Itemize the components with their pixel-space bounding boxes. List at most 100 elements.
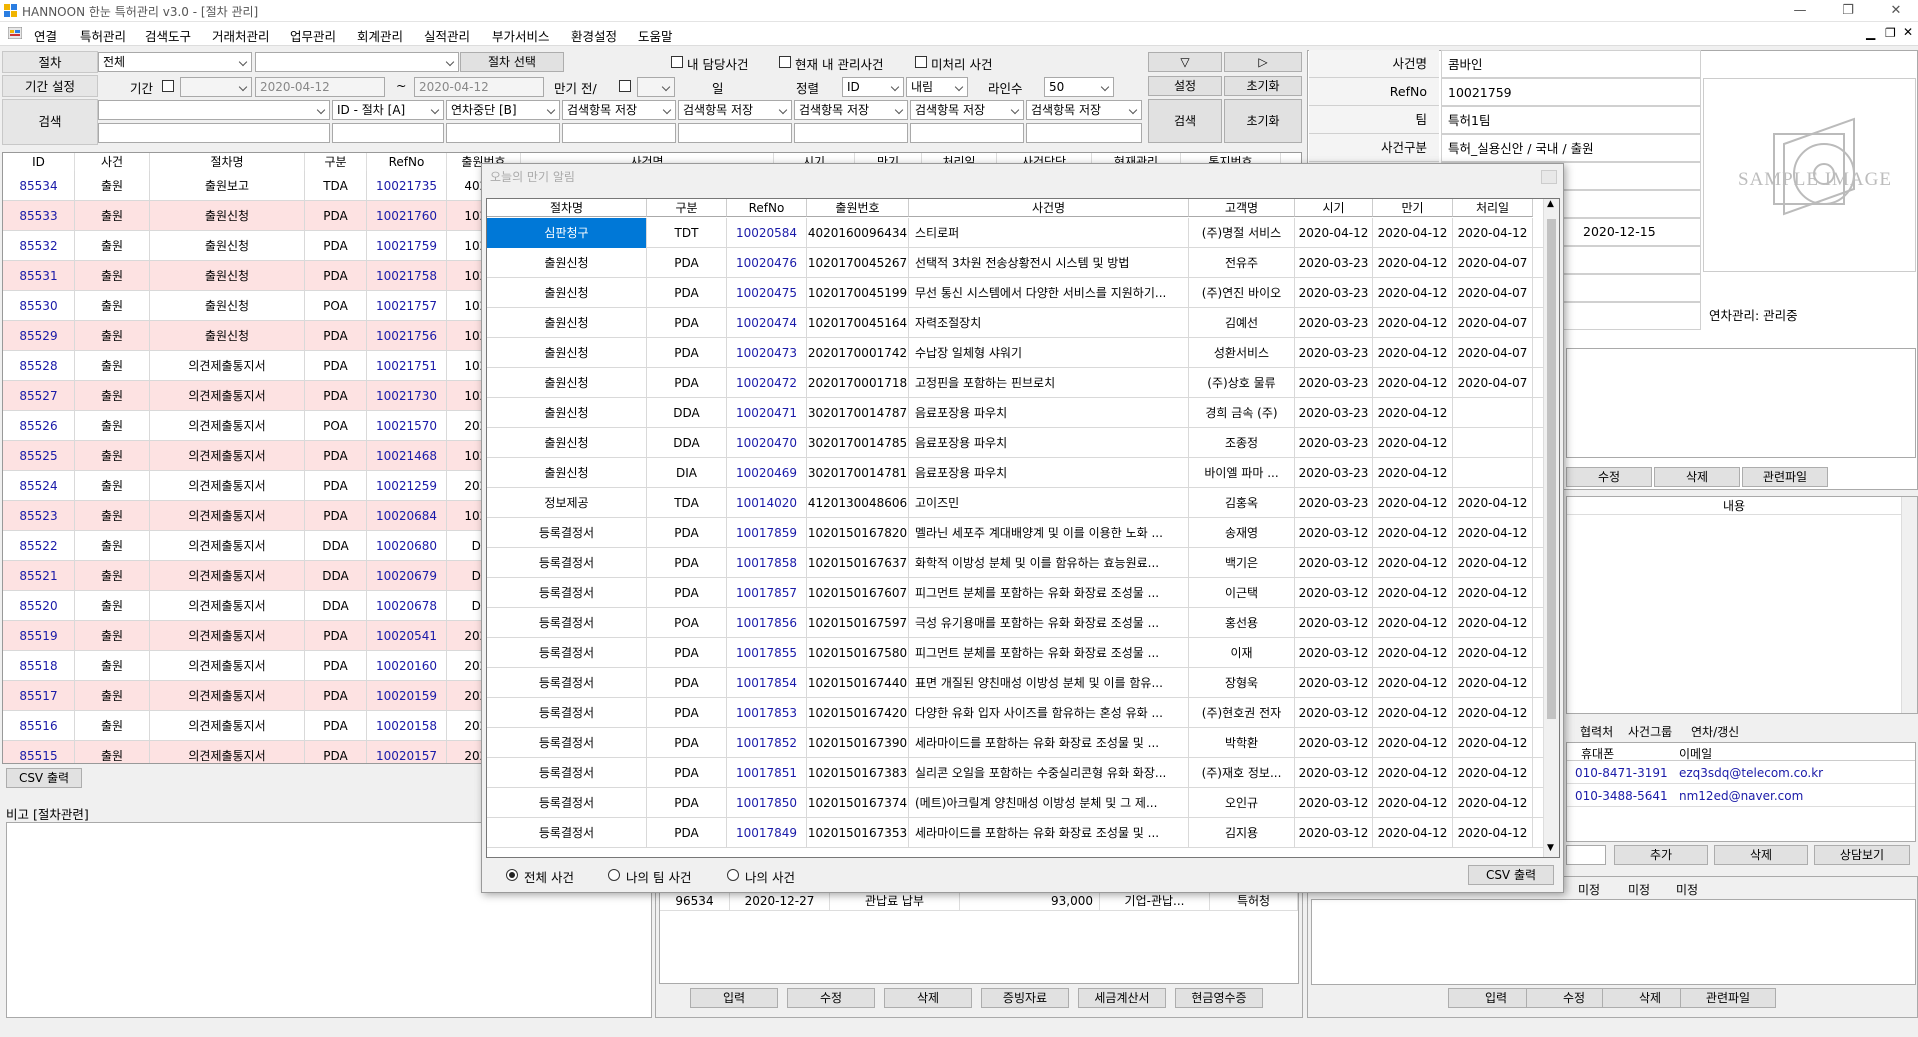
- case-files-button[interactable]: 관련파일: [1742, 467, 1828, 487]
- case-note-area[interactable]: [1566, 348, 1916, 458]
- content-grid[interactable]: 내용: [1566, 496, 1918, 714]
- search-button[interactable]: 검색: [1148, 99, 1222, 143]
- due-row[interactable]: 등록결정서 PDA 10017855 1020150167580 피그먼트 분체를 포함…: [487, 638, 1543, 668]
- due-row[interactable]: 등록결정서 PDA 10017851 1020150167383 실리콘 오일을 포함하…: [487, 758, 1543, 788]
- my-cases-checkbox[interactable]: [671, 56, 683, 68]
- menu-clients[interactable]: 거래처관리: [212, 26, 270, 45]
- due-days-select[interactable]: [637, 77, 675, 97]
- due-row[interactable]: 출원신청 PDA 10020476 1020170045267 선택적 3차원 전송상황…: [487, 248, 1543, 278]
- menu-tasks[interactable]: 업무관리: [290, 26, 336, 45]
- content-scrollbar[interactable]: [1901, 497, 1917, 713]
- unprocessed-checkbox[interactable]: [915, 56, 927, 68]
- due-col-header[interactable]: 출원번호: [807, 199, 909, 217]
- col-header[interactable]: ID: [3, 153, 75, 171]
- due-col-header[interactable]: 구분: [647, 199, 727, 217]
- due-row[interactable]: 등록결정서 PDA 10017849 1020150167353 세라마이드를 포함하는…: [487, 818, 1543, 848]
- due-row[interactable]: 등록결정서 PDA 10017857 1020150167607 피그먼트 분체를 포함…: [487, 578, 1543, 608]
- tab-partners[interactable]: 협력처: [1574, 723, 1619, 741]
- search-field-7[interactable]: 검색항목 저장: [1026, 100, 1142, 120]
- search-field-4[interactable]: 검색항목 저장: [678, 100, 792, 120]
- search-field-5[interactable]: 검색항목 저장: [794, 100, 908, 120]
- due-alert-scrollbar[interactable]: ▲ ▼: [1543, 199, 1559, 857]
- menu-addons[interactable]: 부가서비스: [492, 26, 550, 45]
- due-row[interactable]: 출원신청 PDA 10020474 1020170045164 자력조절장치 김예선 202…: [487, 308, 1543, 338]
- search-input-6[interactable]: [910, 123, 1024, 143]
- due-col-header[interactable]: 시기: [1295, 199, 1373, 217]
- due-row[interactable]: 정보제공 TDA 10014020 4120130048606 고이즈민 김홍옥 2020-…: [487, 488, 1543, 518]
- search-field-main[interactable]: [98, 100, 330, 120]
- date-to-input[interactable]: 2020-04-12: [414, 77, 544, 97]
- acct-evidence-button[interactable]: 증빙자료: [981, 988, 1069, 1008]
- search-field-1[interactable]: ID - 절차 [A]: [332, 100, 444, 120]
- menu-search-tools[interactable]: 검색도구: [145, 26, 191, 45]
- due-row[interactable]: 등록결정서 POA 10017856 1020150167597 극성 유기용매를 포함…: [487, 608, 1543, 638]
- procedure-subselect[interactable]: [255, 52, 459, 72]
- mdi-restore-icon[interactable]: ❐: [1885, 26, 1896, 40]
- due-row[interactable]: 출원신청 DDA 10020471 3020170014787 음료포장용 파우치 경희 …: [487, 398, 1543, 428]
- contact-input[interactable]: [1566, 845, 1606, 865]
- acct-edit-button[interactable]: 수정: [787, 988, 875, 1008]
- due-row[interactable]: 등록결정서 PDA 10017850 1020150167374 (메트)아크릴계 양친…: [487, 788, 1543, 818]
- search-input-5[interactable]: [794, 123, 908, 143]
- restore-icon[interactable]: ❐: [1838, 2, 1858, 19]
- due-col-header[interactable]: 만기: [1373, 199, 1453, 217]
- col-header[interactable]: 사건: [75, 153, 150, 171]
- due-alert-grid[interactable]: 절차명 구분 RefNo 출원번호 사건명 고객명 시기 만기 처리일 심판청구 TDT 10020…: [486, 198, 1560, 858]
- search-reset-button[interactable]: 초기화: [1224, 99, 1302, 143]
- procedure-select[interactable]: 전체: [98, 52, 252, 72]
- date-from-input[interactable]: 2020-04-12: [255, 77, 385, 97]
- my-managed-checkbox[interactable]: [779, 56, 791, 68]
- radio-team-cases[interactable]: [608, 869, 620, 881]
- due-row[interactable]: 출원신청 DDA 10020470 3020170014785 음료포장용 파우치 조종정…: [487, 428, 1543, 458]
- due-row[interactable]: 등록결정서 PDA 10017858 1020150167637 화학적 이방성 분체 …: [487, 548, 1543, 578]
- due-row[interactable]: 출원신청 DIA 10020469 3020170014781 음료포장용 파우치 바이엘…: [487, 458, 1543, 488]
- case-delete-button[interactable]: 삭제: [1654, 467, 1740, 487]
- search-input-main[interactable]: [98, 123, 330, 143]
- menu-connect[interactable]: 연결: [34, 26, 57, 45]
- radio-my-cases[interactable]: [727, 869, 739, 881]
- period-type-select[interactable]: [180, 77, 252, 97]
- search-field-3[interactable]: 검색항목 저장: [562, 100, 676, 120]
- menu-app-icon[interactable]: [7, 26, 23, 42]
- dialog-close-icon[interactable]: [1541, 170, 1557, 184]
- due-row[interactable]: 출원신청 PDA 10020473 2020170001742 수납장 일체형 샤워기 성…: [487, 338, 1543, 368]
- due-row[interactable]: 심판청구 TDT 10020584 4020160096434 스티로퍼 (주)명절 서비…: [487, 218, 1543, 248]
- reset-button[interactable]: 초기화: [1224, 76, 1302, 96]
- minimize-icon[interactable]: —: [1790, 2, 1810, 19]
- settings-button[interactable]: 설정: [1148, 76, 1222, 96]
- radio-all-cases[interactable]: [506, 869, 518, 881]
- col-header[interactable]: 구분: [305, 153, 367, 171]
- tab-case-groups[interactable]: 사건그룹: [1622, 723, 1678, 741]
- sort-field-select[interactable]: ID: [842, 77, 904, 97]
- expand-button[interactable]: ▽: [1148, 52, 1222, 72]
- scroll-up-icon[interactable]: ▲: [1547, 199, 1554, 209]
- due-col-header[interactable]: 사건명: [909, 199, 1189, 217]
- mdi-close-icon[interactable]: ✕: [1903, 25, 1913, 39]
- tab-annual[interactable]: 연차/갱신: [1685, 723, 1745, 741]
- search-field-2[interactable]: 연차중단 [B]: [446, 100, 560, 120]
- acct-tax-invoice-button[interactable]: 세금계산서: [1078, 988, 1166, 1008]
- contact-add-button[interactable]: 추가: [1614, 845, 1708, 865]
- consult-view-button[interactable]: 상담보기: [1814, 845, 1910, 865]
- br-files-button[interactable]: 관련파일: [1680, 988, 1776, 1008]
- search-input-3[interactable]: [562, 123, 676, 143]
- search-input-7[interactable]: [1026, 123, 1142, 143]
- acct-delete-button[interactable]: 삭제: [884, 988, 972, 1008]
- search-field-6[interactable]: 검색항목 저장: [910, 100, 1024, 120]
- bottom-right-grid[interactable]: [1311, 899, 1916, 985]
- sort-order-select[interactable]: 내림: [906, 77, 968, 97]
- due-row[interactable]: 출원신청 PDA 10020472 2020170001718 고정핀을 포함하는 핀브…: [487, 368, 1543, 398]
- acct-input-button[interactable]: 입력: [690, 988, 778, 1008]
- search-input-2[interactable]: [446, 123, 560, 143]
- csv-export-button[interactable]: CSV 출력: [6, 768, 82, 788]
- contacts-grid[interactable]: 휴대폰 이메일 010-8471-3191 ezq3sdq@telecom.co…: [1566, 742, 1916, 842]
- due-col-header[interactable]: 고객명: [1189, 199, 1295, 217]
- menu-accounting[interactable]: 회계관리: [357, 26, 403, 45]
- procedure-select-button[interactable]: 절차 선택: [460, 52, 564, 72]
- scroll-down-icon[interactable]: ▼: [1547, 843, 1554, 853]
- due-col-header[interactable]: RefNo: [727, 199, 807, 217]
- due-row[interactable]: 출원신청 PDA 10020475 1020170045199 무선 통신 시스템에서 …: [487, 278, 1543, 308]
- menu-settings[interactable]: 환경설정: [571, 26, 617, 45]
- lines-select[interactable]: 50: [1044, 77, 1114, 97]
- menu-help[interactable]: 도움말: [638, 26, 673, 45]
